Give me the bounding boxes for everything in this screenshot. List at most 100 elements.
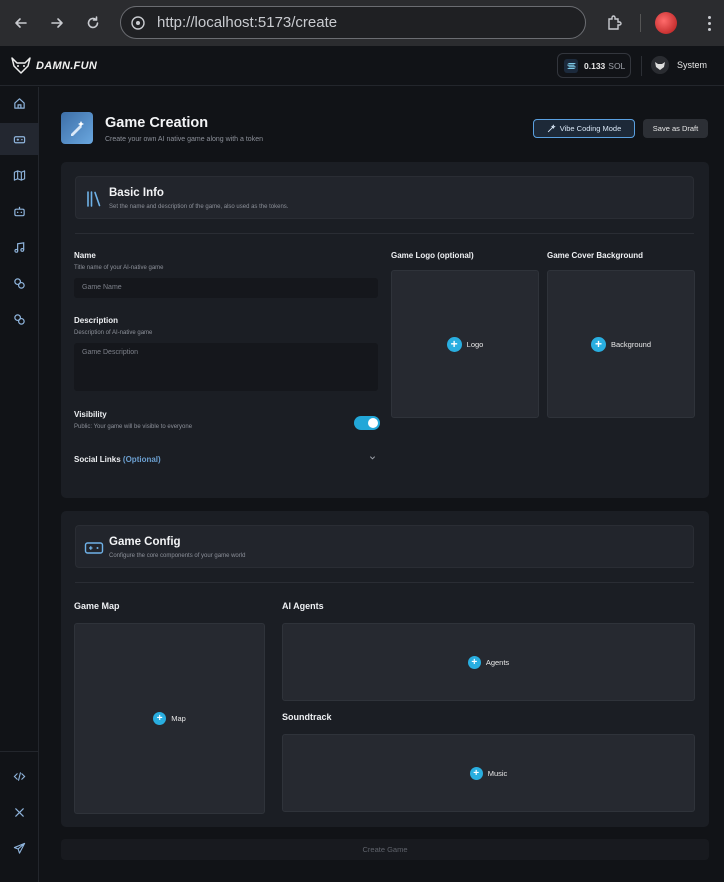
divider xyxy=(75,582,694,583)
user-menu[interactable]: System xyxy=(651,56,707,74)
soundtrack-upload[interactable]: + Music xyxy=(282,734,695,812)
sidebar-item-connections[interactable] xyxy=(0,303,39,335)
sidebar xyxy=(0,87,39,882)
plus-icon: + xyxy=(153,712,167,725)
x-icon xyxy=(15,807,24,817)
sidebar-item-games[interactable] xyxy=(0,123,39,155)
plus-icon: + xyxy=(446,336,462,352)
arrow-right-icon xyxy=(51,18,63,28)
logo-upload-label: Logo xyxy=(466,339,484,349)
wolf-logo-icon xyxy=(11,57,31,74)
arrow-left-icon xyxy=(15,18,27,28)
link-icon xyxy=(14,277,25,289)
social-links-toggle[interactable]: Social Links (Optional) xyxy=(74,455,161,464)
visibility-toggle[interactable] xyxy=(354,416,380,430)
music-upload-label: Music xyxy=(487,768,508,778)
avatar xyxy=(651,56,669,74)
description-label: Description xyxy=(74,316,119,325)
soundtrack-label: Soundtrack xyxy=(282,712,332,722)
game-name-input[interactable]: Game Name xyxy=(74,278,378,298)
divider xyxy=(75,233,694,234)
plus-icon: + xyxy=(467,655,481,669)
agents-upload-label: Agents xyxy=(485,657,510,667)
sidebar-item-links[interactable] xyxy=(0,267,39,299)
puzzle-icon xyxy=(608,15,622,30)
sidebar-item-developer[interactable] xyxy=(0,760,39,792)
game-config-panel: Game Config Configure the core component… xyxy=(61,511,709,827)
ai-agents-upload[interactable]: + Agents xyxy=(282,623,695,701)
plus-icon: + xyxy=(469,766,483,780)
code-icon xyxy=(13,771,26,781)
plus-icon: + xyxy=(590,336,606,352)
ai-agents-label: AI Agents xyxy=(282,601,324,611)
game-config-title: Game Config xyxy=(109,536,181,548)
reload-icon xyxy=(87,16,99,29)
name-hint: Title name of your AI-native game xyxy=(74,265,164,271)
sidebar-item-telegram[interactable] xyxy=(0,832,39,864)
sidebar-item-home[interactable] xyxy=(0,87,39,119)
sidebar-item-x[interactable] xyxy=(0,796,39,828)
page-subtitle: Create your own AI native game along wit… xyxy=(105,136,263,143)
social-links-optional: (Optional) xyxy=(122,455,161,464)
browser-toolbar: http://localhost:5173/create xyxy=(0,0,724,46)
address-bar[interactable]: http://localhost:5173/create xyxy=(120,6,586,39)
logo[interactable]: DAMN.FUN xyxy=(10,56,97,76)
user-name: System xyxy=(677,60,708,70)
game-logo-label: Game Logo (optional) xyxy=(391,251,474,260)
app: DAMN.FUN 0.133 SOL System Game Creation … xyxy=(0,46,724,882)
game-logo-upload[interactable]: + Logo xyxy=(391,270,539,418)
visibility-hint: Public: Your game will be visible to eve… xyxy=(74,424,193,430)
solana-icon xyxy=(564,58,578,73)
back-button[interactable] xyxy=(9,11,33,35)
url-text: http://localhost:5173/create xyxy=(157,14,338,31)
sidebar-item-agents[interactable] xyxy=(0,195,39,227)
game-map-label: Game Map xyxy=(74,601,120,611)
bot-icon xyxy=(14,206,25,216)
page-title: Game Creation xyxy=(105,115,209,131)
chevron-down-icon[interactable] xyxy=(369,454,376,463)
save-draft-button[interactable]: Save as Draft xyxy=(643,119,708,138)
sol-balance[interactable]: 0.133 SOL xyxy=(557,53,631,78)
home-icon xyxy=(14,97,25,109)
sidebar-item-music[interactable] xyxy=(0,231,39,263)
social-links-label: Social Links xyxy=(74,455,121,464)
link-icon xyxy=(14,313,25,325)
game-config-subtitle: Configure the core components of your ga… xyxy=(109,553,246,559)
wand-icon xyxy=(547,124,556,133)
basic-info-title: Basic Info xyxy=(109,187,164,199)
browser-menu-button[interactable] xyxy=(699,12,719,34)
send-icon xyxy=(13,842,26,854)
create-game-button[interactable]: Create Game xyxy=(61,839,709,860)
vibe-coding-mode-label: Vibe Coding Mode xyxy=(559,124,622,133)
gamepad-icon xyxy=(13,135,26,143)
topbar: DAMN.FUN 0.133 SOL System xyxy=(0,46,724,86)
background-upload-label: Background xyxy=(610,339,652,349)
sidebar-divider xyxy=(0,751,39,752)
basic-info-panel: Basic Info Set the name and description … xyxy=(61,162,709,498)
game-cover-label: Game Cover Background xyxy=(547,251,644,260)
vibe-coding-mode-button[interactable]: Vibe Coding Mode xyxy=(533,119,635,138)
balance-unit: SOL xyxy=(608,60,626,71)
main-content: Game Creation Create your own AI native … xyxy=(39,87,724,882)
reload-button[interactable] xyxy=(81,11,105,35)
site-info-icon[interactable] xyxy=(130,15,146,31)
music-icon xyxy=(14,241,25,253)
logo-text: DAMN.FUN xyxy=(36,60,98,72)
basic-info-subtitle: Set the name and description of the game… xyxy=(109,204,289,210)
game-creation-icon xyxy=(61,112,93,144)
game-description-input[interactable]: Game Description xyxy=(74,343,378,391)
map-upload-label: Map xyxy=(171,714,186,723)
topbar-divider xyxy=(641,56,642,76)
description-hint: Description of AI-native game xyxy=(74,330,153,336)
basic-info-header: Basic Info Set the name and description … xyxy=(75,176,694,219)
map-icon xyxy=(13,169,26,181)
forward-button[interactable] xyxy=(45,11,69,35)
visibility-label: Visibility xyxy=(74,410,107,419)
sidebar-item-maps[interactable] xyxy=(0,159,39,191)
cover-background-upload[interactable]: + Background xyxy=(547,270,695,418)
game-config-header: Game Config Configure the core component… xyxy=(75,525,694,568)
profile-avatar[interactable] xyxy=(655,12,677,34)
name-label: Name xyxy=(74,251,96,260)
extensions-button[interactable] xyxy=(602,11,626,35)
game-map-upload[interactable]: + Map xyxy=(74,623,265,814)
